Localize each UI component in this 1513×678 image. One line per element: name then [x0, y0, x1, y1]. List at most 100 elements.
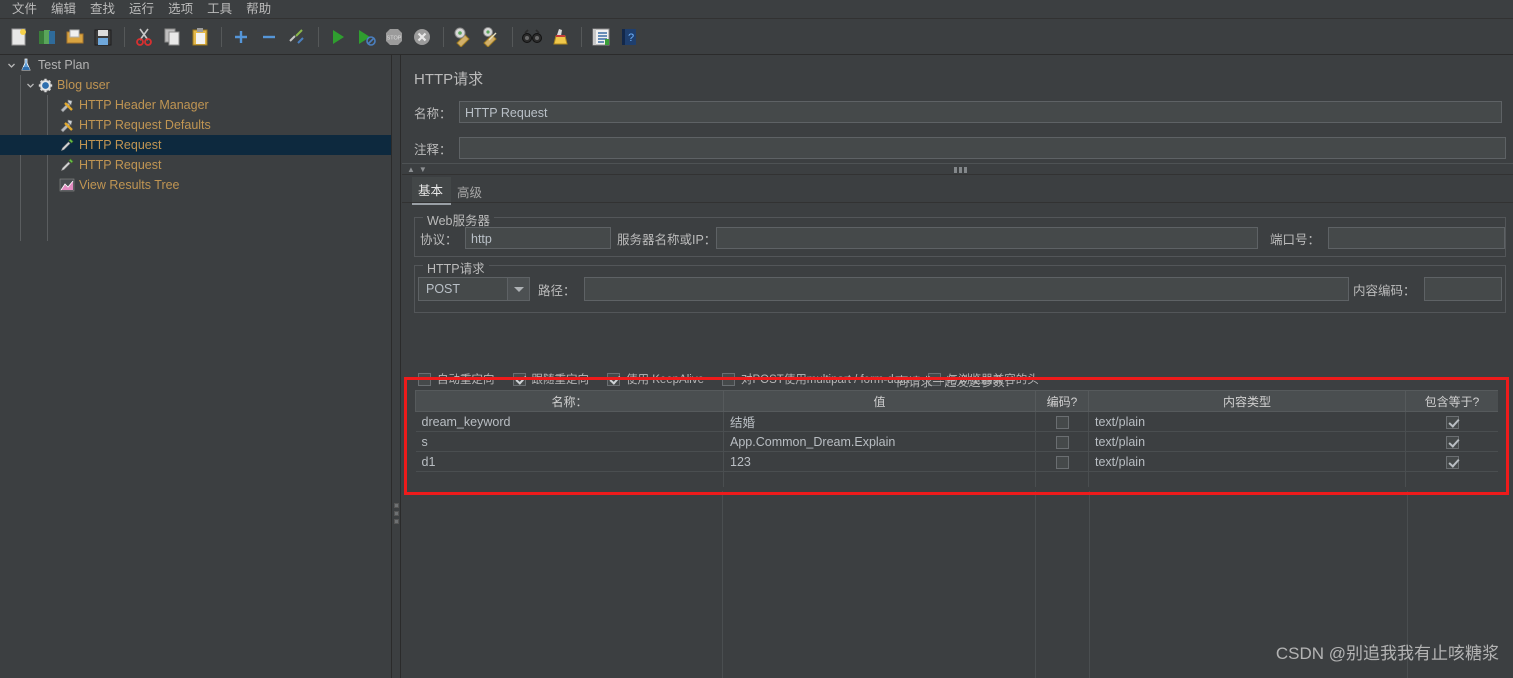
tree-node-http-request-2[interactable]: HTTP Request — [0, 155, 391, 175]
copy-icon[interactable] — [159, 24, 185, 50]
server-row: 服务器名称或IP： — [617, 227, 1258, 249]
chevron-up-icon[interactable]: ▲ — [407, 166, 415, 174]
cell-content-type[interactable]: text/plain — [1088, 411, 1406, 432]
parameters-table[interactable]: 名称： 值 编码? 内容类型 包含等于? dream_keyword 结婚 te… — [415, 390, 1498, 487]
toggle-icon[interactable] — [284, 24, 310, 50]
cell-encode[interactable] — [1035, 431, 1089, 452]
svg-text:STOP: STOP — [387, 35, 402, 41]
port-row: 端口号： — [1270, 227, 1505, 249]
column-header-name[interactable]: 名称： — [415, 390, 724, 412]
cell-value[interactable]: App.Common_Dream.Explain — [723, 431, 1036, 452]
cell-include-equals[interactable] — [1405, 411, 1498, 432]
table-row[interactable]: dream_keyword 结婚 text/plain — [415, 411, 1498, 432]
tree-node-http-request-1[interactable]: HTTP Request — [0, 135, 391, 155]
vertical-splitter[interactable] — [391, 55, 401, 678]
help-icon[interactable]: ? — [616, 24, 642, 50]
menu-item-file[interactable]: 文件 — [5, 1, 44, 18]
tree-node-http-header-manager[interactable]: HTTP Header Manager — [0, 95, 391, 115]
cell-encode[interactable] — [1035, 451, 1089, 472]
cell-value[interactable]: 结婚 — [723, 411, 1036, 432]
templates-icon[interactable] — [34, 24, 60, 50]
tab-basic[interactable]: 基本 — [412, 177, 452, 205]
cell-content-type[interactable]: text/plain — [1088, 431, 1406, 452]
include-equals-checkbox[interactable] — [1445, 455, 1459, 469]
chevron-down-icon[interactable] — [24, 79, 36, 91]
function-helper-icon[interactable] — [588, 24, 614, 50]
cell-include-equals[interactable] — [1405, 451, 1498, 472]
server-label: 服务器名称或IP： — [617, 232, 717, 247]
chevron-down-icon[interactable]: ▼ — [419, 166, 427, 174]
toolbar-separator-4 — [443, 26, 444, 47]
encode-checkbox[interactable] — [1055, 415, 1069, 429]
tree-node-view-results-tree[interactable]: View Results Tree — [0, 175, 391, 195]
menu-item-edit[interactable]: 编辑 — [44, 1, 83, 18]
include-equals-checkbox[interactable] — [1445, 415, 1459, 429]
clear-icon[interactable] — [450, 24, 476, 50]
menu-item-search[interactable]: 查找 — [83, 1, 122, 18]
stop-icon[interactable]: STOP — [381, 24, 407, 50]
tree-node-blog-user[interactable]: Blog user — [0, 75, 391, 95]
port-input[interactable] — [1328, 227, 1505, 249]
start-icon[interactable] — [325, 24, 351, 50]
parameters-table-container: 同请求一起发送参数： 名称： 值 编码? 内容类型 包含等于? dream_ke… — [415, 375, 1498, 487]
cell-name[interactable]: dream_keyword — [415, 411, 724, 432]
name-label: 名称： — [414, 106, 452, 121]
save-icon[interactable] — [90, 24, 116, 50]
encode-checkbox[interactable] — [1055, 455, 1069, 469]
clear-all-icon[interactable] — [478, 24, 504, 50]
cell-name[interactable]: s — [415, 431, 724, 452]
include-equals-checkbox[interactable] — [1445, 435, 1459, 449]
cell-include-equals[interactable] — [1405, 431, 1498, 452]
search-icon[interactable] — [519, 24, 545, 50]
horizontal-splitter[interactable]: ▲ ▼ — [402, 163, 1513, 175]
chevron-down-icon[interactable] — [5, 59, 17, 71]
table-row[interactable]: s App.Common_Dream.Explain text/plain — [415, 431, 1498, 452]
cut-icon[interactable] — [131, 24, 157, 50]
toolbar-separator-5 — [512, 26, 513, 47]
chevron-down-icon[interactable] — [507, 278, 529, 300]
splitter-arrows[interactable]: ▲ ▼ — [407, 166, 427, 174]
paste-icon[interactable] — [187, 24, 213, 50]
name-input[interactable]: HTTP Request — [459, 101, 1502, 123]
menu-item-run[interactable]: 运行 — [122, 1, 161, 18]
path-label: 路径： — [538, 283, 576, 298]
broom-icon[interactable] — [547, 24, 573, 50]
tree-node-http-request-defaults[interactable]: HTTP Request Defaults — [0, 115, 391, 135]
cell-value[interactable]: 123 — [723, 451, 1036, 472]
new-icon[interactable] — [6, 24, 32, 50]
expand-all-icon[interactable] — [228, 24, 254, 50]
tree-node-label: HTTP Request — [79, 138, 162, 152]
protocol-input[interactable]: http — [465, 227, 611, 249]
menu-item-tools[interactable]: 工具 — [200, 1, 239, 18]
name-row: 名称： HTTP Request — [414, 101, 1506, 123]
column-header-include-equals[interactable]: 包含等于? — [1405, 390, 1498, 412]
table-row-empty[interactable] — [415, 471, 1498, 487]
tree-node-label: Blog user — [57, 78, 110, 92]
shutdown-icon[interactable] — [409, 24, 435, 50]
table-row[interactable]: d1 123 text/plain — [415, 451, 1498, 472]
encode-checkbox[interactable] — [1055, 435, 1069, 449]
column-header-value[interactable]: 值 — [723, 390, 1036, 412]
test-plan-tree[interactable]: Test Plan Blog user HTTP Header Manager … — [0, 55, 391, 678]
open-icon[interactable] — [62, 24, 88, 50]
splitter-grip[interactable] — [394, 503, 400, 527]
method-select[interactable]: POST — [418, 277, 530, 301]
server-input[interactable] — [716, 227, 1258, 249]
tree-node-label: View Results Tree — [79, 178, 180, 192]
menu-item-options[interactable]: 选项 — [161, 1, 200, 18]
collapse-all-icon[interactable] — [256, 24, 282, 50]
column-header-encode[interactable]: 编码? — [1035, 390, 1089, 412]
menu-item-help[interactable]: 帮助 — [239, 1, 278, 18]
column-header-content-type[interactable]: 内容类型 — [1088, 390, 1406, 412]
toolbar: STOP ? — [0, 19, 1513, 55]
cell-content-type[interactable]: text/plain — [1088, 451, 1406, 472]
start-no-timers-icon[interactable] — [353, 24, 379, 50]
cell-name[interactable]: d1 — [415, 451, 724, 472]
jmeter-window: 文件 编辑 查找 运行 选项 工具 帮助 STOP ? Test Plan Bl… — [0, 0, 1513, 678]
cell-encode[interactable] — [1035, 411, 1089, 432]
splitter-grip[interactable] — [954, 167, 967, 173]
tree-node-test-plan[interactable]: Test Plan — [0, 55, 391, 75]
encoding-input[interactable] — [1424, 277, 1502, 301]
path-input[interactable] — [584, 277, 1349, 301]
comment-input[interactable] — [459, 137, 1506, 159]
